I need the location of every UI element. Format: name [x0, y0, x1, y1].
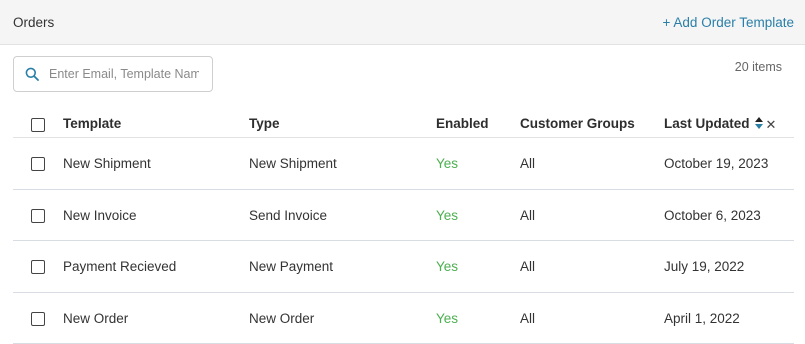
column-header-last-updated-label: Last Updated [664, 116, 750, 131]
customer-groups: All [520, 310, 536, 326]
template-name[interactable]: New Shipment [63, 138, 151, 189]
last-updated: October 6, 2023 [664, 207, 761, 223]
enabled-status: Yes [436, 310, 459, 326]
templates-table: Template Type Enabled Customer Groups La… [13, 110, 794, 344]
template-name[interactable]: New Order [63, 293, 128, 344]
enabled-status: Yes [436, 156, 459, 171]
last-updated: October 19, 2023 [664, 156, 769, 171]
item-count: 20 items [734, 60, 782, 74]
add-order-template-link[interactable]: + Add Order Template [663, 15, 794, 30]
row-checkbox[interactable] [31, 157, 45, 171]
row-checkbox[interactable] [31, 208, 45, 223]
column-header-type[interactable]: Type [249, 110, 280, 137]
search-input[interactable] [49, 57, 199, 91]
page-title: Orders [13, 15, 55, 30]
table-row[interactable]: New Invoice Send Invoice Yes All October… [13, 190, 794, 241]
column-header-last-updated[interactable]: Last Updated ✕ [664, 110, 776, 138]
enabled-status: Yes [436, 259, 459, 274]
row-checkbox[interactable] [31, 260, 45, 274]
table-header-row: Template Type Enabled Customer Groups La… [13, 110, 794, 138]
page-header: Orders + Add Order Template [0, 0, 805, 45]
customer-groups: All [520, 259, 536, 274]
last-updated: April 1, 2022 [664, 310, 740, 326]
last-updated: July 19, 2022 [664, 259, 745, 274]
table-row[interactable]: New Shipment New Shipment Yes All Octobe… [13, 138, 794, 190]
select-all-checkbox[interactable] [31, 118, 45, 132]
sort-icon[interactable] [754, 116, 764, 130]
column-header-customer-groups[interactable]: Customer Groups [520, 110, 635, 137]
template-name[interactable]: Payment Recieved [63, 241, 176, 292]
customer-groups: All [520, 156, 536, 171]
close-icon[interactable]: ✕ [766, 111, 777, 138]
enabled-status: Yes [436, 207, 459, 223]
template-type: New Payment [249, 259, 334, 274]
search-field[interactable] [13, 56, 213, 92]
table-row[interactable]: Payment Recieved New Payment Yes All Jul… [13, 241, 794, 293]
row-checkbox[interactable] [31, 311, 45, 326]
template-type: Send Invoice [249, 207, 328, 223]
search-icon [25, 67, 39, 81]
template-type: New Order [249, 310, 315, 326]
table-row[interactable]: New Order New Order Yes All April 1, 202… [13, 293, 794, 344]
template-type: New Shipment [249, 156, 337, 171]
customer-groups: All [520, 207, 536, 223]
column-header-enabled[interactable]: Enabled [436, 110, 489, 137]
template-name[interactable]: New Invoice [63, 190, 137, 241]
column-header-template[interactable]: Template [63, 110, 121, 137]
